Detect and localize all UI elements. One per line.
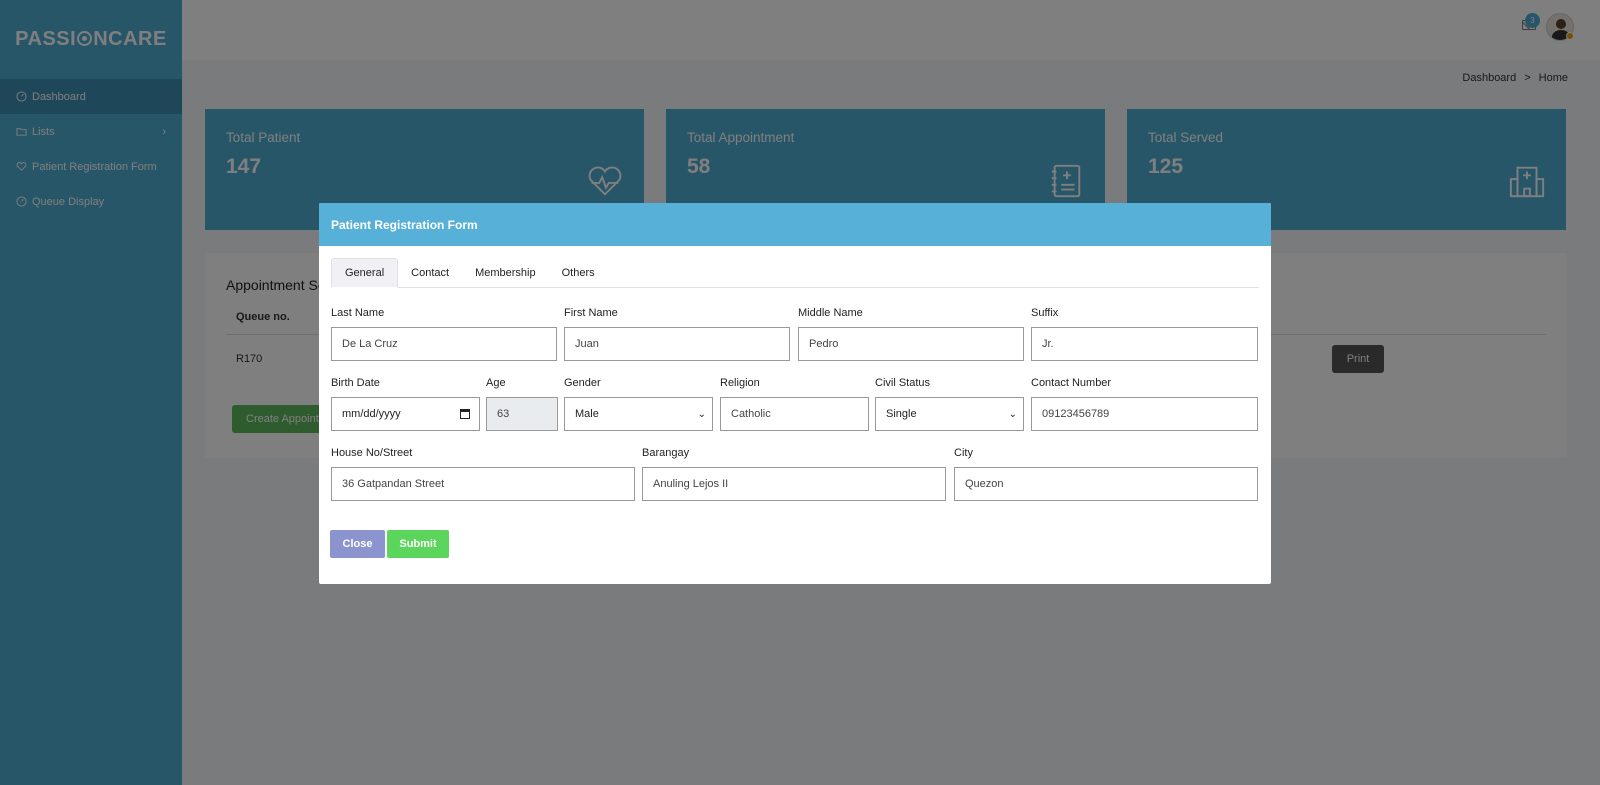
chevron-down-icon: ⌄ (1008, 408, 1017, 420)
patient-registration-modal: Patient Registration Form General Contac… (319, 203, 1271, 584)
middle-name-label: Middle Name (798, 307, 863, 319)
age-field: 63 (486, 397, 558, 431)
birth-date-field[interactable]: mm/dd/yyyy (331, 397, 480, 431)
tab-bar: General Contact Membership Others (331, 258, 1259, 288)
chevron-down-icon: ⌄ (697, 408, 706, 420)
calendar-icon[interactable] (460, 409, 470, 419)
modal-header: Patient Registration Form (319, 203, 1271, 246)
last-name-value: De La Cruz (342, 338, 398, 350)
barangay-field[interactable]: Anuling Lejos II (642, 467, 946, 501)
close-button[interactable]: Close (330, 530, 385, 558)
city-label: City (954, 447, 973, 459)
civil-status-label: Civil Status (875, 377, 931, 389)
gender-value: Male (575, 408, 599, 420)
submit-button[interactable]: Submit (387, 530, 449, 558)
religion-value: Catholic (731, 408, 771, 420)
gender-select[interactable]: Male ⌄ (564, 397, 713, 431)
contact-number-field[interactable]: 09123456789 (1031, 397, 1258, 431)
contact-number-value: 09123456789 (1042, 408, 1110, 420)
tab-membership[interactable]: Membership (462, 258, 549, 288)
suffix-value: Jr. (1042, 338, 1054, 350)
religion-label: Religion (720, 377, 760, 389)
tab-others[interactable]: Others (549, 258, 608, 288)
civil-status-select[interactable]: Single ⌄ (875, 397, 1024, 431)
civil-status-value: Single (886, 408, 917, 420)
barangay-label: Barangay (642, 447, 690, 459)
birth-date-value: mm/dd/yyyy (342, 408, 401, 420)
last-name-field[interactable]: De La Cruz (331, 327, 557, 361)
birth-date-label: Birth Date (331, 377, 380, 389)
age-label: Age (486, 377, 506, 389)
age-value: 63 (497, 408, 510, 420)
city-field[interactable]: Quezon (954, 467, 1258, 501)
contact-number-label: Contact Number (1031, 377, 1112, 389)
house-street-value: 36 Gatpandan Street (342, 478, 445, 490)
middle-name-field[interactable]: Pedro (798, 327, 1024, 361)
tab-contact[interactable]: Contact (398, 258, 462, 288)
tab-general[interactable]: General (331, 258, 399, 288)
middle-name-value: Pedro (809, 338, 839, 350)
city-value: Quezon (965, 478, 1004, 490)
house-street-label: House No/Street (331, 447, 413, 459)
house-street-field[interactable]: 36 Gatpandan Street (331, 467, 635, 501)
suffix-label: Suffix (1031, 307, 1059, 319)
gender-label: Gender (564, 377, 601, 389)
first-name-value: Juan (575, 338, 599, 350)
barangay-value: Anuling Lejos II (653, 478, 729, 490)
suffix-field[interactable]: Jr. (1031, 327, 1258, 361)
modal-title: Patient Registration Form (331, 217, 478, 232)
first-name-field[interactable]: Juan (564, 327, 790, 361)
first-name-label: First Name (564, 307, 618, 319)
last-name-label: Last Name (331, 307, 385, 319)
religion-field[interactable]: Catholic (720, 397, 869, 431)
